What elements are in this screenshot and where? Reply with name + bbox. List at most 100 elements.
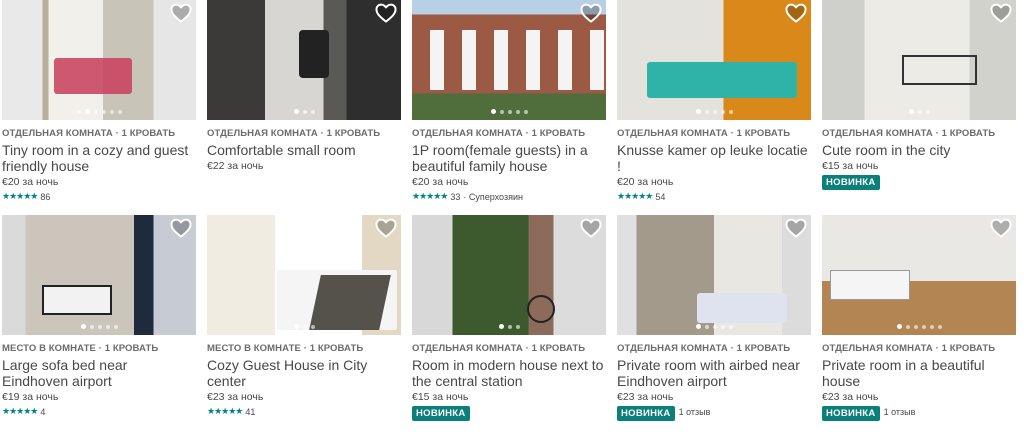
carousel-dot[interactable] bbox=[728, 109, 733, 114]
listing-photo[interactable] bbox=[617, 0, 811, 120]
heart-icon[interactable] bbox=[580, 3, 602, 23]
room-type: МЕСТО В КОМНАТЕ · 1 КРОВАТЬ bbox=[207, 343, 364, 354]
carousel-dot[interactable] bbox=[515, 109, 520, 114]
carousel-dot[interactable] bbox=[101, 109, 106, 114]
listing-price: €19 за ночь bbox=[2, 391, 59, 403]
listing-title[interactable]: 1P room(female guests) in a beautiful fa… bbox=[412, 142, 606, 174]
carousel-dot[interactable] bbox=[695, 109, 701, 114]
rating-row: ★★★★★ 33 · Суперхозяин bbox=[412, 191, 606, 202]
carousel-dot[interactable] bbox=[507, 109, 512, 114]
carousel-dot[interactable] bbox=[310, 324, 315, 329]
room-type: МЕСТО В КОМНАТЕ · 1 КРОВАТЬ bbox=[2, 343, 159, 354]
listing-card[interactable]: ОТДЕЛЬНАЯ КОМНАТА · 1 КРОВАТЬ Cute room … bbox=[822, 0, 1016, 190]
listing-card[interactable]: ОТДЕЛЬНАЯ КОМНАТА · 1 КРОВАТЬ Private ro… bbox=[822, 215, 1016, 421]
carousel-dot[interactable] bbox=[80, 324, 86, 329]
listing-card[interactable]: МЕСТО В КОМНАТЕ · 1 КРОВАТЬ Large sofa b… bbox=[2, 215, 196, 417]
carousel-dot[interactable] bbox=[293, 324, 299, 329]
carousel-dot[interactable] bbox=[76, 109, 81, 114]
carousel-dot[interactable] bbox=[712, 109, 717, 114]
carousel-dot[interactable] bbox=[84, 109, 90, 114]
carousel-dots bbox=[207, 324, 401, 329]
carousel-dot[interactable] bbox=[89, 324, 94, 329]
carousel-dot[interactable] bbox=[925, 109, 930, 114]
carousel-dot[interactable] bbox=[523, 109, 528, 114]
listing-photo[interactable] bbox=[822, 0, 1016, 120]
listing-photo[interactable] bbox=[207, 0, 401, 120]
carousel-dot[interactable] bbox=[728, 324, 733, 329]
carousel-dot[interactable] bbox=[97, 324, 102, 329]
heart-icon[interactable] bbox=[990, 218, 1012, 238]
carousel-dot[interactable] bbox=[507, 324, 512, 329]
listing-title[interactable]: Tiny room in a cozy and guest friendly h… bbox=[2, 142, 196, 174]
carousel-dot[interactable] bbox=[105, 324, 110, 329]
photo-image bbox=[2, 215, 196, 335]
carousel-dot[interactable] bbox=[695, 324, 701, 329]
carousel-dot[interactable] bbox=[499, 109, 504, 114]
heart-icon[interactable] bbox=[170, 3, 192, 23]
review-count: 33 bbox=[450, 191, 461, 202]
heart-icon[interactable] bbox=[375, 218, 397, 238]
heart-icon[interactable] bbox=[990, 3, 1012, 23]
carousel-dot[interactable] bbox=[302, 324, 307, 329]
carousel-dot[interactable] bbox=[704, 324, 709, 329]
room-type: ОТДЕЛЬНАЯ КОМНАТА · 1 КРОВАТЬ bbox=[412, 128, 586, 139]
carousel-dot[interactable] bbox=[117, 109, 122, 114]
listing-title[interactable]: Cute room in the city bbox=[822, 142, 1016, 158]
heart-icon[interactable] bbox=[375, 3, 397, 23]
carousel-dot[interactable] bbox=[917, 109, 922, 114]
listing-photo[interactable] bbox=[412, 215, 606, 335]
listing-card[interactable]: ОТДЕЛЬНАЯ КОМНАТА · 1 КРОВАТЬ Room in mo… bbox=[412, 215, 606, 421]
carousel-dot[interactable] bbox=[93, 109, 98, 114]
photo-image bbox=[822, 215, 1016, 335]
carousel-dot[interactable] bbox=[908, 109, 914, 114]
listing-title[interactable]: Private room with airbed near Eindhoven … bbox=[617, 357, 811, 389]
listing-card[interactable]: ОТДЕЛЬНАЯ КОМНАТА · 1 КРОВАТЬ 1P room(fe… bbox=[412, 0, 606, 202]
carousel-dot[interactable] bbox=[929, 324, 934, 329]
carousel-dot[interactable] bbox=[720, 324, 725, 329]
listing-card[interactable]: ОТДЕЛЬНАЯ КОМНАТА · 1 КРОВАТЬ Knusse kam… bbox=[617, 0, 811, 202]
carousel-dot[interactable] bbox=[913, 324, 918, 329]
carousel-dot[interactable] bbox=[720, 109, 725, 114]
listing-photo[interactable] bbox=[2, 215, 196, 335]
listing-title[interactable]: Knusse kamer op leuke locatie ! bbox=[617, 142, 811, 174]
carousel-dot[interactable] bbox=[905, 324, 910, 329]
carousel-dot[interactable] bbox=[490, 109, 496, 114]
carousel-dot[interactable] bbox=[896, 324, 902, 329]
listing-title[interactable]: Room in modern house next to the central… bbox=[412, 357, 606, 389]
listing-title[interactable]: Large sofa bed near Eindhoven airport bbox=[2, 357, 196, 389]
carousel-dot[interactable] bbox=[937, 324, 942, 329]
carousel-dot[interactable] bbox=[704, 109, 709, 114]
heart-icon[interactable] bbox=[580, 218, 602, 238]
heart-icon[interactable] bbox=[170, 218, 192, 238]
room-type: ОТДЕЛЬНАЯ КОМНАТА · 1 КРОВАТЬ bbox=[617, 343, 791, 354]
listing-photo[interactable] bbox=[2, 0, 196, 120]
carousel-dot[interactable] bbox=[113, 324, 118, 329]
carousel-dot[interactable] bbox=[302, 109, 307, 114]
carousel-dot[interactable] bbox=[109, 109, 114, 114]
star-rating-icon: ★★★★★ bbox=[2, 191, 38, 201]
listing-title[interactable]: Private room in a beautiful house bbox=[822, 357, 1016, 389]
photo-image bbox=[822, 0, 1016, 120]
carousel-dot[interactable] bbox=[921, 324, 926, 329]
carousel-dot[interactable] bbox=[515, 324, 520, 329]
listing-card[interactable]: ОТДЕЛЬНАЯ КОМНАТА · 1 КРОВАТЬ Private ro… bbox=[617, 215, 811, 421]
listing-title[interactable]: Cozy Guest House in City center bbox=[207, 357, 401, 389]
carousel-dot[interactable] bbox=[293, 109, 299, 114]
carousel-dot[interactable] bbox=[310, 109, 315, 114]
listing-card[interactable]: МЕСТО В КОМНАТЕ · 1 КРОВАТЬ Cozy Guest H… bbox=[207, 215, 401, 417]
listing-photo[interactable] bbox=[822, 215, 1016, 335]
review-count: 1 отзыв bbox=[678, 407, 711, 417]
carousel-dot[interactable] bbox=[498, 324, 504, 329]
listing-photo[interactable] bbox=[207, 215, 401, 335]
heart-icon[interactable] bbox=[785, 218, 807, 238]
listing-card[interactable]: ОТДЕЛЬНАЯ КОМНАТА · 1 КРОВАТЬ Tiny room … bbox=[2, 0, 196, 202]
new-badge: НОВИНКА bbox=[822, 406, 880, 421]
heart-icon[interactable] bbox=[785, 3, 807, 23]
listing-title[interactable]: Comfortable small room bbox=[207, 142, 401, 158]
listing-photo[interactable] bbox=[617, 215, 811, 335]
listing-card[interactable]: ОТДЕЛЬНАЯ КОМНАТА · 1 КРОВАТЬ Comfortabl… bbox=[207, 0, 401, 172]
star-rating-icon: ★★★★★ bbox=[2, 406, 38, 416]
carousel-dot[interactable] bbox=[712, 324, 717, 329]
badge-row: НОВИНКА bbox=[822, 172, 1016, 190]
listing-photo[interactable] bbox=[412, 0, 606, 120]
